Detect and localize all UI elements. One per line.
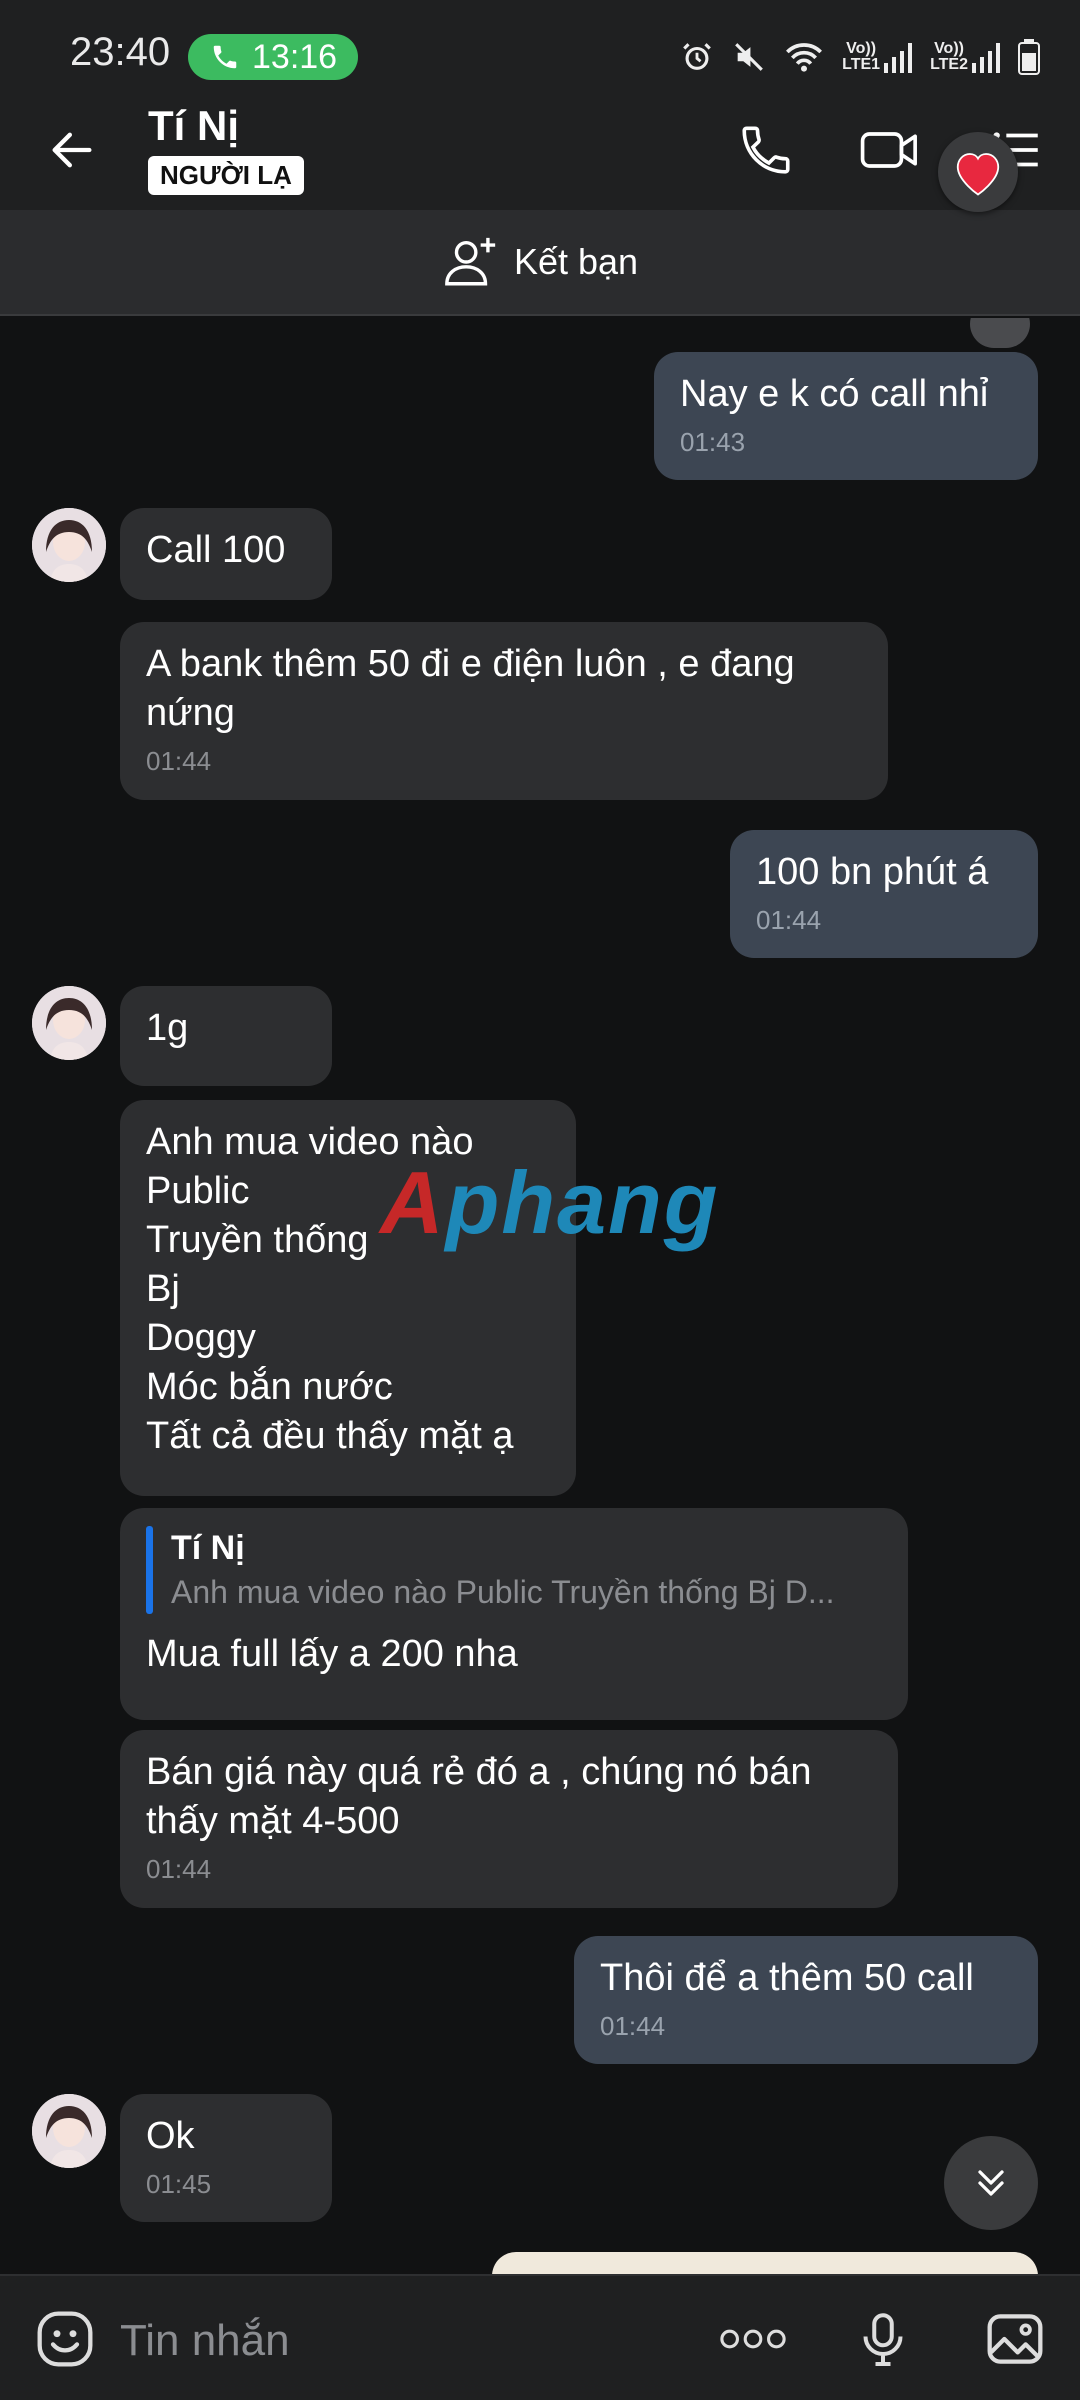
contact-name[interactable]: Tí Nị xyxy=(148,102,239,150)
message-time: 01:44 xyxy=(600,2011,666,2041)
status-icons: Vo)) LTE1 Vo)) LTE2 xyxy=(680,34,1040,80)
message-text: Bán giá này quá rẻ đó a , chúng nó bán t… xyxy=(146,1751,812,1842)
add-friend-button[interactable]: Kết bạn xyxy=(0,210,1080,316)
message-input[interactable]: Tin nhắn xyxy=(120,2316,290,2366)
scroll-indicator xyxy=(970,318,1030,348)
quote-author: Tí Nị xyxy=(171,1529,245,1567)
voice-message-button[interactable] xyxy=(848,2304,918,2374)
stranger-badge: NGƯỜI LẠ xyxy=(148,156,304,195)
signal2-icon xyxy=(972,43,1000,73)
message-text: Mua full lấy a 200 nha xyxy=(146,1633,518,1675)
message-text: 100 bn phút á xyxy=(756,851,989,893)
watermark-part-rest: phang xyxy=(445,1153,720,1252)
voice-call-button[interactable] xyxy=(734,118,798,182)
avatar-image xyxy=(32,508,106,582)
back-button[interactable] xyxy=(40,118,104,182)
quote-bar xyxy=(146,1526,153,1614)
back-arrow-icon xyxy=(52,132,92,168)
message-bubble-incoming[interactable]: A bank thêm 50 đi e điện luôn , e đang n… xyxy=(120,622,888,800)
signal1-icon xyxy=(884,43,913,73)
battery-icon xyxy=(1018,39,1040,75)
ongoing-call-pill[interactable]: 13:16 xyxy=(188,34,358,80)
more-icon xyxy=(720,2329,786,2349)
mute-icon xyxy=(735,43,763,71)
avatar-image xyxy=(32,986,106,1060)
sim1-label: LTE1 xyxy=(842,56,881,73)
message-list[interactable]: Nay e k có call nhỉ 01:43 Call 100 A ban… xyxy=(0,318,1080,2272)
message-time: 01:43 xyxy=(680,427,746,457)
avatar-image xyxy=(32,2094,106,2168)
chat-header: Tí Nị NGƯỜI LẠ xyxy=(0,88,1080,210)
message-bubble-incoming[interactable]: 1g xyxy=(120,986,332,1086)
add-friend-label: Kết bạn xyxy=(513,241,639,282)
watermark-logo: Aphang xyxy=(380,1152,720,1254)
message-bubble-outgoing[interactable]: Thôi để a thêm 50 call 01:44 xyxy=(574,1936,1038,2064)
heart-reaction-bubble[interactable] xyxy=(938,132,1018,212)
message-text: Thôi để a thêm 50 call xyxy=(600,1957,974,1999)
message-text: Nay e k có call nhỉ xyxy=(680,373,989,415)
heart-icon xyxy=(956,153,1000,196)
message-line: Móc bắn nước xyxy=(146,1366,393,1408)
message-composer: Tin nhắn xyxy=(0,2274,1080,2400)
message-line: Bj xyxy=(146,1268,180,1310)
message-bubble-incoming[interactable]: Bán giá này quá rẻ đó a , chúng nó bán t… xyxy=(120,1730,898,1908)
call-duration: 13:16 xyxy=(252,37,338,76)
contact-avatar[interactable] xyxy=(32,508,106,582)
message-bubble-outgoing[interactable]: 100 bn phút á 01:44 xyxy=(730,830,1038,958)
volte2-label: Vo)) xyxy=(934,40,964,57)
sim2-indicator: Vo)) LTE2 xyxy=(930,41,1000,73)
message-text: Ok xyxy=(146,2115,195,2157)
message-bubble-reply[interactable]: Tí Nị Anh mua video nào Public Truyền th… xyxy=(120,1508,908,1720)
message-text: Call 100 xyxy=(146,529,286,571)
message-time: 01:44 xyxy=(146,746,212,776)
video-call-icon xyxy=(860,132,917,168)
mic-icon xyxy=(863,2313,903,2366)
message-time: 01:44 xyxy=(756,905,822,935)
phone-icon xyxy=(213,45,237,69)
message-text: 1g xyxy=(146,1007,189,1049)
status-bar: 23:40 13:16 Vo)) LTE1 Vo)) LTE2 xyxy=(0,0,1080,88)
video-call-button[interactable] xyxy=(858,118,922,182)
message-bubble-incoming[interactable]: Ok 01:45 xyxy=(120,2094,332,2222)
sim1-indicator: Vo)) LTE1 xyxy=(842,40,913,73)
message-line: Tất cả đều thấy mặt ạ xyxy=(146,1415,514,1457)
message-time: 01:44 xyxy=(146,1854,212,1884)
volte1-label: Vo)) xyxy=(846,40,877,57)
chevron-double-down-icon xyxy=(978,2170,1004,2196)
status-clock: 23:40 xyxy=(70,30,171,74)
message-time: 01:45 xyxy=(146,2169,212,2199)
message-text: A bank thêm 50 đi e điện luôn , e đang n… xyxy=(146,643,795,734)
contact-avatar[interactable] xyxy=(32,986,106,1060)
watermark-part-a: A xyxy=(380,1153,446,1252)
wifi-icon xyxy=(786,43,823,72)
message-line: Doggy xyxy=(146,1317,256,1359)
scroll-to-bottom-button[interactable] xyxy=(944,2136,1038,2230)
send-image-button[interactable] xyxy=(980,2304,1050,2374)
add-friend-icon xyxy=(445,237,496,286)
message-bubble-outgoing[interactable]: Nay e k có call nhỉ 01:43 xyxy=(654,352,1038,480)
emoji-button[interactable] xyxy=(30,2304,100,2374)
quoted-message[interactable]: Tí Nị Anh mua video nào Public Truyền th… xyxy=(146,1526,882,1614)
phone-icon xyxy=(742,126,790,174)
message-bubble-incoming[interactable]: Call 100 xyxy=(120,508,332,600)
alarm-icon xyxy=(683,43,711,70)
emoji-icon xyxy=(37,2311,93,2367)
more-options-button[interactable] xyxy=(718,2304,788,2374)
image-icon xyxy=(987,2314,1043,2364)
contact-avatar[interactable] xyxy=(32,2094,106,2168)
quote-text: Anh mua video nào Public Truyền thống Bj… xyxy=(171,1574,835,1610)
sim2-label: LTE2 xyxy=(930,56,968,73)
